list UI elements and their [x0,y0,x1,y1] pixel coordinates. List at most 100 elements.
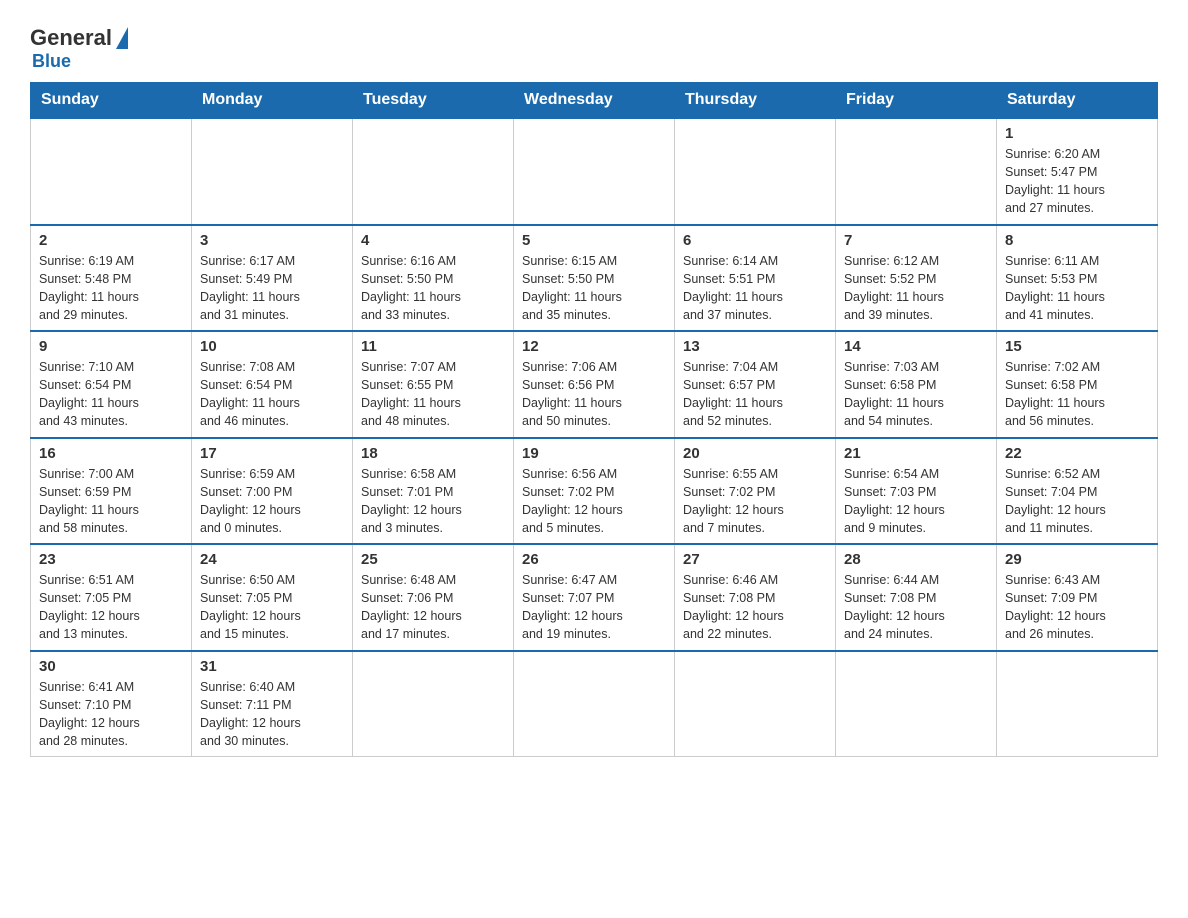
calendar-cell: 8 Sunrise: 6:11 AM Sunset: 5:53 PM Daylig… [997,225,1158,332]
calendar-cell: 6Sunrise: 6:14 AM Sunset: 5:51 PM Daylig… [675,225,836,332]
day-number: 25 [361,551,505,568]
weekday-header-thursday: Thursday [675,83,836,119]
calendar-week-row: 16 Sunrise: 7:00 AM Sunset: 6:59 PM Dayli… [31,438,1158,545]
calendar-cell: 16 Sunrise: 7:00 AM Sunset: 6:59 PM Dayli… [31,438,192,545]
day-number: 22 [1005,445,1149,462]
calendar-cell [675,118,836,225]
day-number: 12 [522,338,666,355]
day-info: Sunrise: 6:17 AM Sunset: 5:49 PM Dayligh… [200,252,344,325]
weekday-header-sunday: Sunday [31,83,192,119]
calendar-cell: 19Sunrise: 6:56 AM Sunset: 7:02 PM Dayli… [514,438,675,545]
day-info: Sunrise: 6:12 AM Sunset: 5:52 PM Dayligh… [844,252,988,325]
calendar-cell: 5 Sunrise: 6:15 AM Sunset: 5:50 PM Daylig… [514,225,675,332]
calendar-cell [514,651,675,757]
calendar-cell: 1 Sunrise: 6:20 AM Sunset: 5:47 PM Daylig… [997,118,1158,225]
day-number: 19 [522,445,666,462]
day-info: Sunrise: 6:44 AM Sunset: 7:08 PM Dayligh… [844,571,988,644]
day-info: Sunrise: 6:19 AM Sunset: 5:48 PM Dayligh… [39,252,183,325]
day-info: Sunrise: 6:54 AM Sunset: 7:03 PM Dayligh… [844,465,988,538]
day-info: Sunrise: 7:10 AM Sunset: 6:54 PM Dayligh… [39,358,183,431]
calendar-table: SundayMondayTuesdayWednesdayThursdayFrid… [30,82,1158,757]
day-info: Sunrise: 7:08 AM Sunset: 6:54 PM Dayligh… [200,358,344,431]
calendar-cell: 24Sunrise: 6:50 AM Sunset: 7:05 PM Dayli… [192,544,353,651]
calendar-cell: 7 Sunrise: 6:12 AM Sunset: 5:52 PM Daylig… [836,225,997,332]
day-info: Sunrise: 6:59 AM Sunset: 7:00 PM Dayligh… [200,465,344,538]
calendar-cell: 31 Sunrise: 6:40 AM Sunset: 7:11 PM Dayli… [192,651,353,757]
day-info: Sunrise: 7:07 AM Sunset: 6:55 PM Dayligh… [361,358,505,431]
calendar-cell: 15Sunrise: 7:02 AM Sunset: 6:58 PM Dayli… [997,331,1158,438]
day-info: Sunrise: 6:20 AM Sunset: 5:47 PM Dayligh… [1005,145,1149,218]
day-info: Sunrise: 7:03 AM Sunset: 6:58 PM Dayligh… [844,358,988,431]
calendar-cell: 28 Sunrise: 6:44 AM Sunset: 7:08 PM Dayli… [836,544,997,651]
day-number: 16 [39,445,183,462]
logo-triangle-icon [116,27,128,49]
day-info: Sunrise: 6:40 AM Sunset: 7:11 PM Dayligh… [200,678,344,751]
weekday-header-saturday: Saturday [997,83,1158,119]
day-info: Sunrise: 6:47 AM Sunset: 7:07 PM Dayligh… [522,571,666,644]
day-number: 28 [844,551,988,568]
calendar-cell: 21 Sunrise: 6:54 AM Sunset: 7:03 PM Dayli… [836,438,997,545]
page-header: General Blue [30,20,1158,72]
calendar-cell: 3Sunrise: 6:17 AM Sunset: 5:49 PM Daylig… [192,225,353,332]
day-info: Sunrise: 6:15 AM Sunset: 5:50 PM Dayligh… [522,252,666,325]
day-number: 20 [683,445,827,462]
calendar-cell: 30Sunrise: 6:41 AM Sunset: 7:10 PM Dayli… [31,651,192,757]
day-info: Sunrise: 6:14 AM Sunset: 5:51 PM Dayligh… [683,252,827,325]
calendar-cell: 25 Sunrise: 6:48 AM Sunset: 7:06 PM Dayli… [353,544,514,651]
day-number: 31 [200,658,344,675]
day-info: Sunrise: 6:16 AM Sunset: 5:50 PM Dayligh… [361,252,505,325]
day-number: 21 [844,445,988,462]
day-info: Sunrise: 6:43 AM Sunset: 7:09 PM Dayligh… [1005,571,1149,644]
weekday-header-wednesday: Wednesday [514,83,675,119]
calendar-cell: 13 Sunrise: 7:04 AM Sunset: 6:57 PM Dayli… [675,331,836,438]
day-number: 30 [39,658,183,675]
calendar-cell: 27 Sunrise: 6:46 AM Sunset: 7:08 PM Dayli… [675,544,836,651]
day-info: Sunrise: 6:58 AM Sunset: 7:01 PM Dayligh… [361,465,505,538]
day-number: 27 [683,551,827,568]
calendar-cell [514,118,675,225]
weekday-header-row: SundayMondayTuesdayWednesdayThursdayFrid… [31,83,1158,119]
day-number: 8 [1005,232,1149,249]
day-number: 18 [361,445,505,462]
day-info: Sunrise: 6:55 AM Sunset: 7:02 PM Dayligh… [683,465,827,538]
logo-blue-text: Blue [32,51,71,72]
weekday-header-friday: Friday [836,83,997,119]
day-number: 17 [200,445,344,462]
day-number: 29 [1005,551,1149,568]
day-info: Sunrise: 6:48 AM Sunset: 7:06 PM Dayligh… [361,571,505,644]
day-number: 1 [1005,125,1149,142]
calendar-cell: 26Sunrise: 6:47 AM Sunset: 7:07 PM Dayli… [514,544,675,651]
day-number: 23 [39,551,183,568]
day-info: Sunrise: 6:46 AM Sunset: 7:08 PM Dayligh… [683,571,827,644]
calendar-cell: 12Sunrise: 7:06 AM Sunset: 6:56 PM Dayli… [514,331,675,438]
calendar-cell [997,651,1158,757]
day-number: 9 [39,338,183,355]
day-info: Sunrise: 6:11 AM Sunset: 5:53 PM Dayligh… [1005,252,1149,325]
day-info: Sunrise: 7:00 AM Sunset: 6:59 PM Dayligh… [39,465,183,538]
day-number: 24 [200,551,344,568]
calendar-week-row: 23Sunrise: 6:51 AM Sunset: 7:05 PM Dayli… [31,544,1158,651]
day-number: 13 [683,338,827,355]
calendar-cell: 2Sunrise: 6:19 AM Sunset: 5:48 PM Daylig… [31,225,192,332]
logo-general-text: General [30,25,112,51]
calendar-cell [31,118,192,225]
weekday-header-monday: Monday [192,83,353,119]
calendar-cell: 18 Sunrise: 6:58 AM Sunset: 7:01 PM Dayli… [353,438,514,545]
day-info: Sunrise: 7:02 AM Sunset: 6:58 PM Dayligh… [1005,358,1149,431]
calendar-cell: 29 Sunrise: 6:43 AM Sunset: 7:09 PM Dayli… [997,544,1158,651]
calendar-cell: 10Sunrise: 7:08 AM Sunset: 6:54 PM Dayli… [192,331,353,438]
calendar-cell: 11 Sunrise: 7:07 AM Sunset: 6:55 PM Dayli… [353,331,514,438]
day-number: 4 [361,232,505,249]
day-info: Sunrise: 7:04 AM Sunset: 6:57 PM Dayligh… [683,358,827,431]
calendar-cell [192,118,353,225]
calendar-week-row: 30Sunrise: 6:41 AM Sunset: 7:10 PM Dayli… [31,651,1158,757]
day-number: 11 [361,338,505,355]
day-number: 5 [522,232,666,249]
calendar-week-row: 1 Sunrise: 6:20 AM Sunset: 5:47 PM Daylig… [31,118,1158,225]
calendar-cell: 17 Sunrise: 6:59 AM Sunset: 7:00 PM Dayli… [192,438,353,545]
logo: General Blue [30,20,128,72]
calendar-cell [353,651,514,757]
calendar-week-row: 2Sunrise: 6:19 AM Sunset: 5:48 PM Daylig… [31,225,1158,332]
day-info: Sunrise: 6:52 AM Sunset: 7:04 PM Dayligh… [1005,465,1149,538]
day-number: 7 [844,232,988,249]
